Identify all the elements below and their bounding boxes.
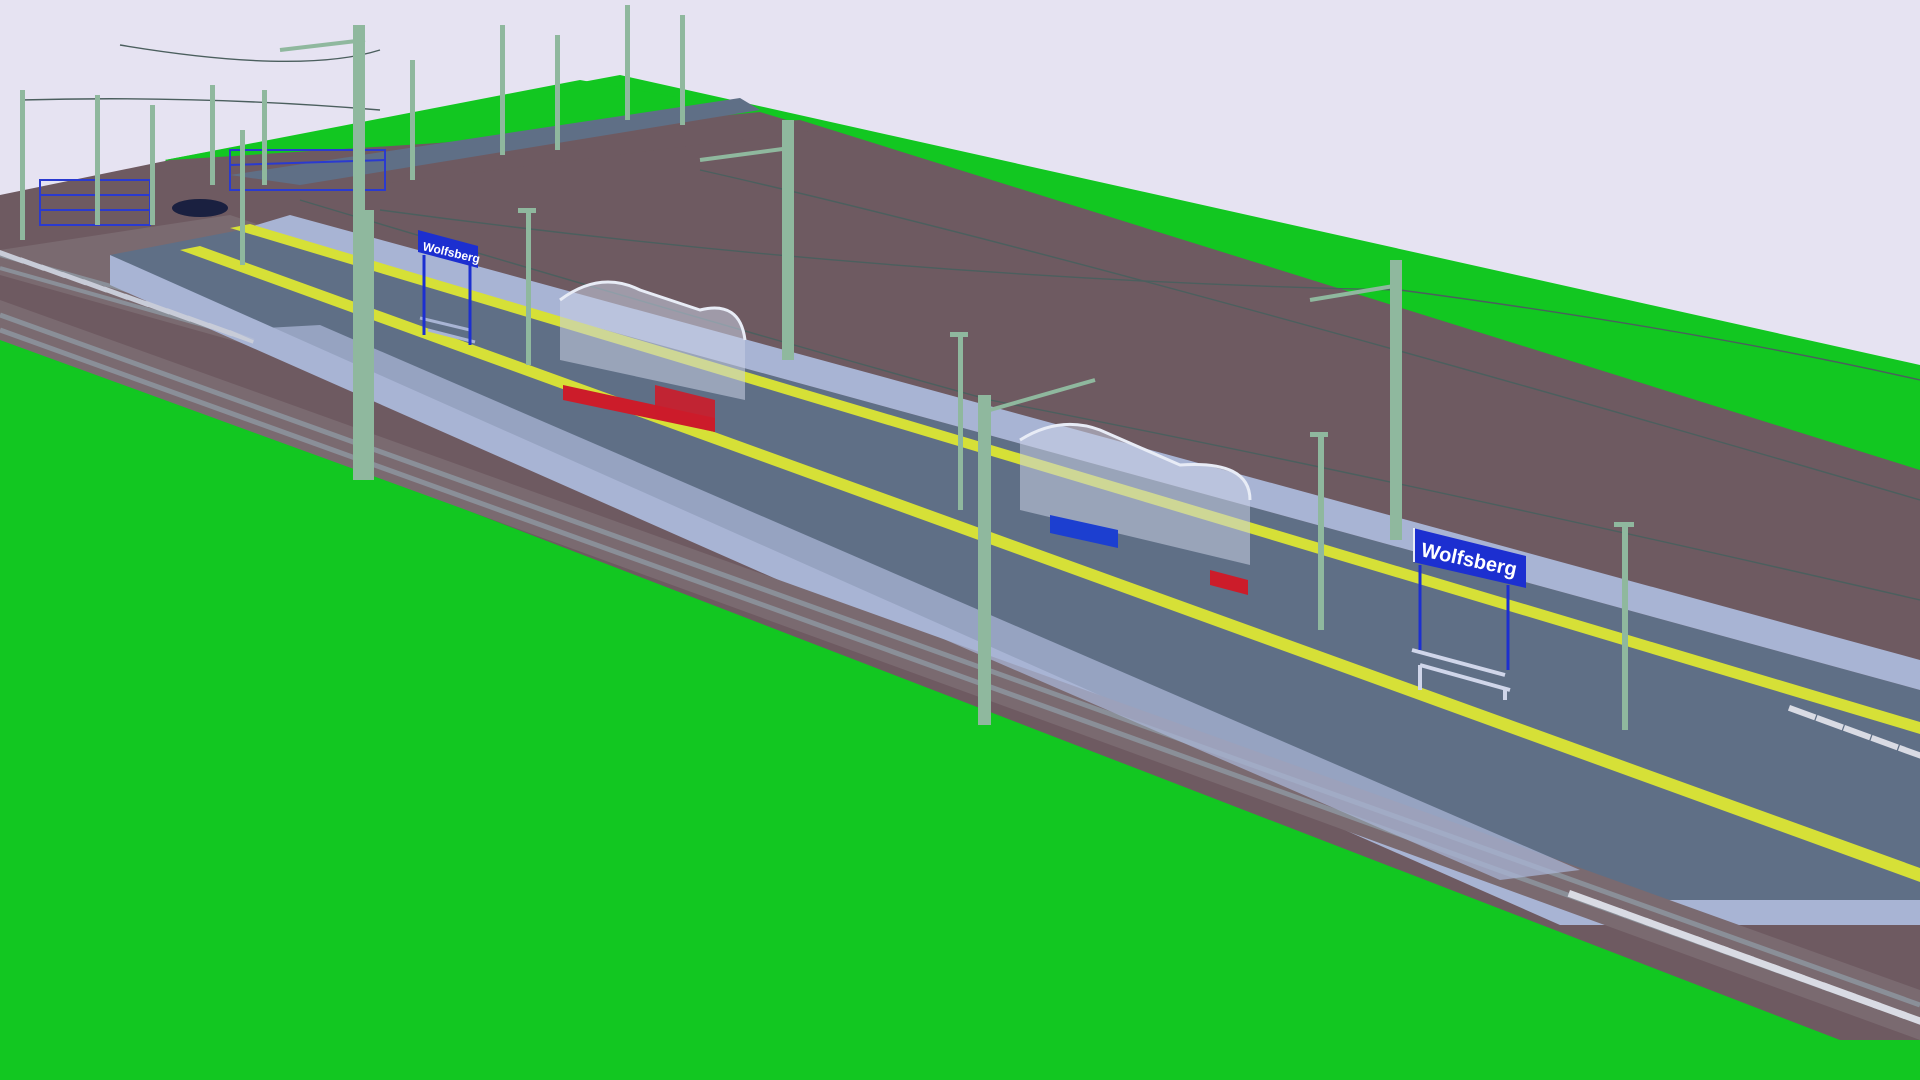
- railway-station-scene: Wolfsberg Wolfsberg: [0, 0, 1920, 1080]
- catenary-mast-5: [362, 210, 374, 480]
- car-icon: [172, 199, 228, 217]
